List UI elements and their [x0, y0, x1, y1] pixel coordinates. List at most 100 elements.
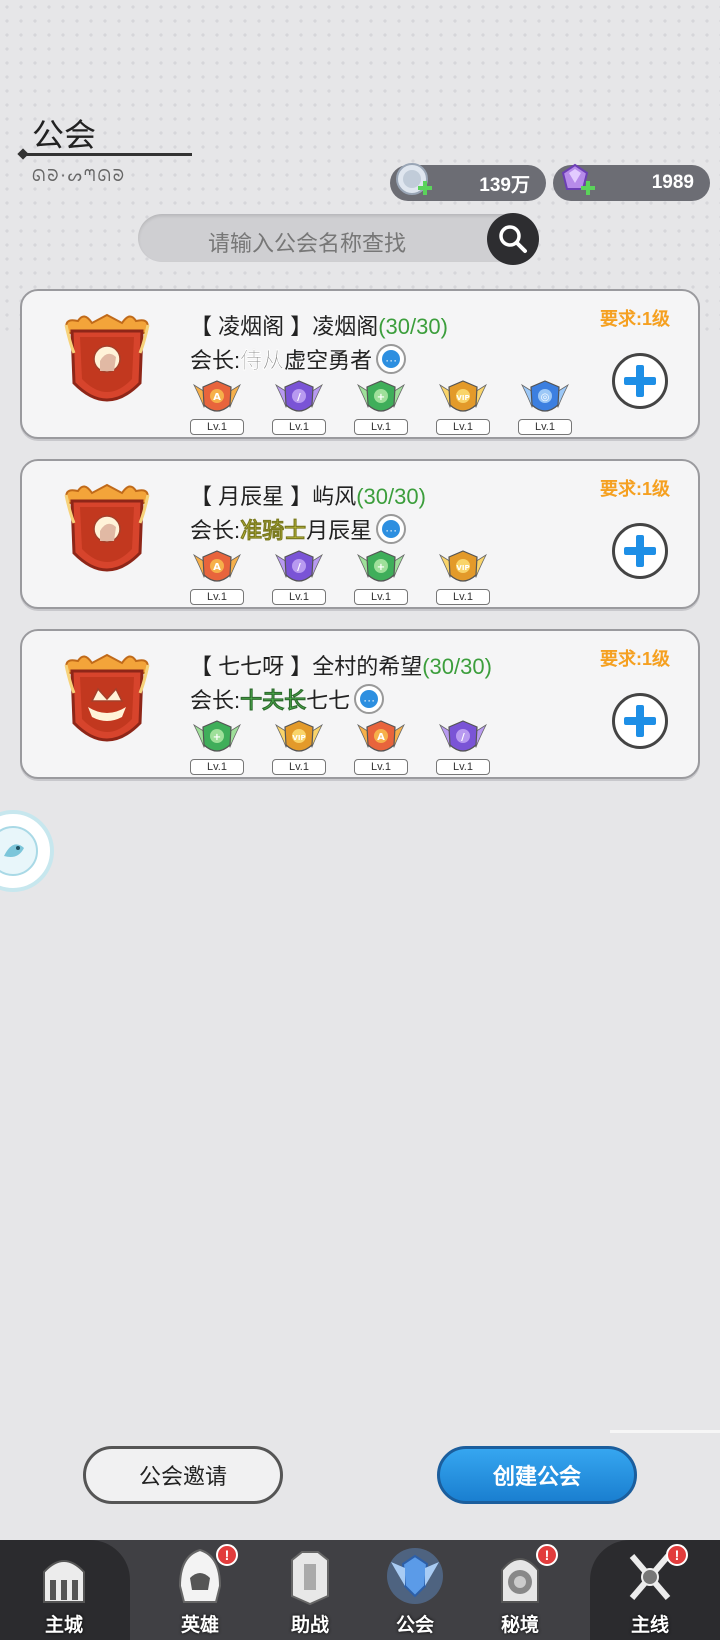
member-list: A Lv.1 / Lv.1 + Lv.1 — [190, 377, 572, 435]
member-badge[interactable]: / Lv.1 — [272, 377, 326, 435]
page-title: 公会 — [32, 117, 97, 153]
search-button[interactable] — [487, 213, 539, 265]
guild-name: 【 月辰星 】屿风(30/30) — [190, 479, 426, 511]
plus-icon — [624, 705, 656, 737]
plus-icon — [624, 365, 656, 397]
member-level: Lv.1 — [518, 419, 572, 435]
member-badge[interactable]: / Lv.1 — [272, 547, 326, 605]
chat-bubble-icon[interactable]: ··· — [376, 514, 407, 544]
join-guild-button[interactable] — [612, 353, 668, 409]
svg-text:A: A — [213, 562, 221, 573]
chat-bubble-icon[interactable]: ··· — [376, 344, 407, 374]
member-level: Lv.1 — [436, 589, 490, 605]
svg-text:A: A — [377, 732, 385, 743]
svg-text:/: / — [297, 562, 301, 573]
guild-emblem-icon — [60, 313, 154, 417]
leader-name: 七七 — [306, 688, 351, 713]
search-placeholder: 请输入公会名称查找 — [208, 231, 407, 256]
member-badge[interactable]: VIP Lv.1 — [436, 547, 490, 605]
join-guild-button[interactable] — [612, 523, 668, 579]
guild-requirement: 要求:1级 — [599, 649, 670, 669]
guild-invite-button[interactable]: 公会邀请 — [83, 1446, 283, 1504]
alert-badge-icon: ! — [666, 1544, 688, 1566]
member-badge[interactable]: VIP Lv.1 — [436, 377, 490, 435]
member-badge[interactable]: ◎ Lv.1 — [518, 377, 572, 435]
silver-coin-add-icon — [396, 163, 432, 195]
nav-tab-2[interactable]: 助战 — [260, 1540, 360, 1640]
guild-wings-icon — [387, 1548, 443, 1604]
leader-rank: 侍从 — [240, 348, 285, 373]
floating-assistant-button[interactable] — [0, 810, 54, 892]
leader-rank: 十夫长 — [240, 688, 307, 714]
plus-icon — [624, 535, 656, 567]
member-level: Lv.1 — [354, 589, 408, 605]
page-subtitle: ᘏᘐ·ᔕᘉᘏᘐ — [32, 166, 126, 185]
chat-bubble-icon[interactable]: ··· — [354, 684, 385, 714]
guild-title: 【 七七呀 】全村的希望 — [190, 654, 423, 679]
castle-icon — [43, 1560, 85, 1603]
nav-tab-0[interactable]: 主城 — [14, 1540, 114, 1640]
guild-card[interactable]: 【 七七呀 】全村的希望(30/30) 会长: 十夫长 七七 ··· 要求:1级 +… — [20, 629, 700, 779]
guild-card[interactable]: 【 月辰星 】屿风(30/30) 会长: 准骑士 月辰星 ··· 要求:1级 A L… — [20, 459, 700, 609]
divider-line — [610, 1430, 720, 1433]
member-level: Lv.1 — [272, 419, 326, 435]
guild-title: 【 凌烟阁 】凌烟阁 — [190, 314, 379, 339]
nav-tab-5[interactable]: ! 主线 — [600, 1540, 700, 1640]
member-badge[interactable]: / Lv.1 — [436, 717, 490, 775]
member-badge[interactable]: VIP Lv.1 — [272, 717, 326, 775]
coin-currency[interactable]: 139万 — [390, 163, 546, 201]
guild-name: 【 凌烟阁 】凌烟阁(30/30) — [190, 309, 448, 341]
member-list: + Lv.1 VIP Lv.1 A Lv.1 / Lv.1 — [190, 717, 490, 775]
guild-member-count: (30/30) — [422, 654, 492, 679]
member-badge[interactable]: A Lv.1 — [190, 547, 244, 605]
svg-text:+: + — [377, 562, 385, 573]
assistant-bird-icon — [0, 826, 38, 876]
member-level: Lv.1 — [190, 419, 244, 435]
svg-text:A: A — [213, 392, 221, 403]
guild-requirement: 要求:1级 — [599, 479, 670, 499]
nav-tab-label: 主城 — [44, 1615, 83, 1636]
nav-tab-label: 秘境 — [500, 1615, 539, 1636]
search-input[interactable]: 请输入公会名称查找 — [138, 214, 538, 262]
gem-currency[interactable]: 1989 — [553, 163, 710, 201]
guild-emblem-icon — [60, 653, 154, 757]
member-level: Lv.1 — [354, 759, 408, 775]
member-level: Lv.1 — [272, 589, 326, 605]
member-badge[interactable]: + Lv.1 — [190, 717, 244, 775]
guild-member-count: (30/30) — [378, 314, 448, 339]
member-badge[interactable]: + Lv.1 — [354, 547, 408, 605]
leader-name: 月辰星 — [306, 518, 373, 543]
title-underline — [22, 153, 192, 156]
guild-member-count: (30/30) — [356, 484, 426, 509]
member-level: Lv.1 — [354, 419, 408, 435]
guild-title: 【 月辰星 】屿风 — [190, 484, 357, 509]
guild-card[interactable]: 【 凌烟阁 】凌烟阁(30/30) 会长: 侍从 虚空勇者 ··· 要求:1级 A … — [20, 289, 700, 439]
alert-badge-icon: ! — [536, 1544, 558, 1566]
nav-tab-label: 助战 — [290, 1615, 329, 1636]
nav-tab-3[interactable]: 公会 — [365, 1540, 465, 1640]
create-guild-button[interactable]: 创建公会 — [437, 1446, 637, 1504]
svg-text:/: / — [297, 392, 301, 403]
join-guild-button[interactable] — [612, 693, 668, 749]
member-level: Lv.1 — [436, 759, 490, 775]
member-list: A Lv.1 / Lv.1 + Lv.1 — [190, 547, 490, 605]
svg-text:VIP: VIP — [456, 394, 469, 402]
nav-tab-1[interactable]: ! 英雄 — [150, 1540, 250, 1640]
member-badge[interactable]: + Lv.1 — [354, 377, 408, 435]
member-level: Lv.1 — [190, 759, 244, 775]
alert-badge-icon: ! — [216, 1544, 238, 1566]
leader-prefix: 会长: — [190, 688, 241, 713]
guild-leader: 会长: 准骑士 月辰星 ··· — [190, 513, 407, 545]
coin-amount: 139万 — [479, 174, 530, 196]
leader-rank: 准骑士 — [240, 518, 307, 544]
member-badge[interactable]: A Lv.1 — [354, 717, 408, 775]
nav-tab-4[interactable]: ! 秘境 — [470, 1540, 570, 1640]
bottom-navbar: 主城 ! 英雄 助战 公会 ! 秘境 ! 主线 — [0, 1540, 720, 1640]
leader-prefix: 会长: — [190, 518, 241, 543]
member-badge[interactable]: A Lv.1 — [190, 377, 244, 435]
svg-text:VIP: VIP — [456, 564, 469, 572]
nav-tab-label: 英雄 — [180, 1615, 219, 1636]
member-level: Lv.1 — [190, 589, 244, 605]
leader-name: 虚空勇者 — [284, 348, 373, 373]
svg-text:+: + — [213, 732, 221, 743]
